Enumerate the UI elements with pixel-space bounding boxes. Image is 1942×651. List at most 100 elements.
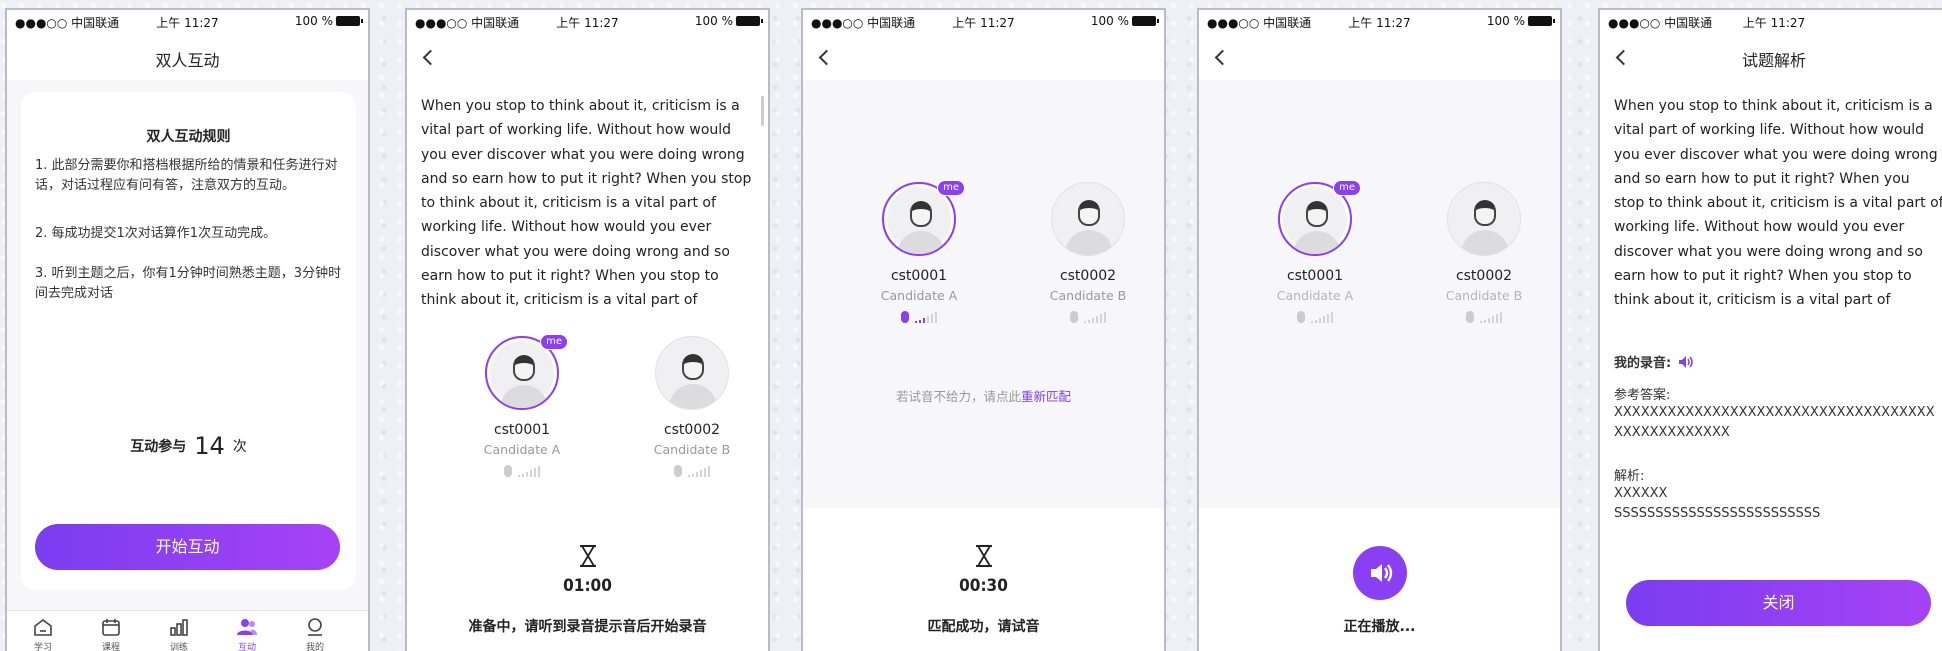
screen-matched: ●●●○○ 中国联通 上午 11:27 100 % me cst0001 Can… <box>801 8 1166 651</box>
reference-value: XXXXXXXXXXXXXXXXXXXXXXXXXXXXXXXXXXXXXXXX… <box>1614 405 1935 440</box>
back-icon[interactable] <box>815 46 837 68</box>
battery-icon <box>736 16 763 26</box>
candidate-role: Candidate A <box>483 442 561 457</box>
rematch-link[interactable]: 重新匹配 <box>1021 389 1071 404</box>
status-message: 准备中，请听到录音提示音后开始录音 <box>468 619 707 635</box>
screen-preparing: ●●●○○ 中国联通 上午 11:27 100 % When you stop … <box>405 8 770 651</box>
status-bar: ●●●○○ 中国联通 上午 11:27 100 % <box>7 10 368 34</box>
rule-item: 3. 听到主题之后，你有1分钟时间熟悉主题，3分钟时间去完成对话 <box>35 266 342 301</box>
clock-label: 上午 11:27 <box>1742 16 1806 30</box>
candidate-role: Candidate B <box>1049 288 1127 303</box>
mic-level-icon <box>462 463 582 477</box>
battery-indicator: 100 % <box>1090 14 1159 28</box>
page-title: 双人互动 <box>155 51 220 70</box>
battery-label: 100 % <box>694 14 733 28</box>
back-icon[interactable] <box>1211 46 1233 68</box>
hourglass-icon <box>579 545 596 567</box>
countdown-timer: 01:00 <box>563 576 612 596</box>
candidate-name: cst0002 <box>1059 268 1117 284</box>
screen-playing: ●●●○○ 中国联通 上午 11:27 100 % me cst0001 Can… <box>1197 8 1562 651</box>
candidate-role: Candidate A <box>880 288 958 303</box>
mic-level-icon <box>1028 309 1148 323</box>
candidate-name: cst0002 <box>663 422 721 438</box>
page-title: 试题解析 <box>1741 51 1806 70</box>
users-icon <box>236 617 258 637</box>
speaker-button[interactable] <box>1352 546 1407 600</box>
battery-label: 100 % <box>294 14 333 28</box>
speaker-icon <box>1370 564 1392 582</box>
screen-interaction-home: ●●●○○ 中国联通 上午 11:27 100 % 双人互动 双人互动规则 1.… <box>5 8 370 651</box>
candidate-card-b: cst0002 Candidate B <box>1028 182 1148 323</box>
mic-level-icon <box>1255 309 1375 323</box>
tab-study[interactable]: 学习 <box>13 617 73 651</box>
countdown-timer: 00:30 <box>959 576 1008 596</box>
tab-label: 我的 <box>305 643 324 651</box>
candidate-card-a: me cst0001 Candidate A <box>462 334 582 477</box>
tab-label: 课程 <box>101 643 120 651</box>
battery-label: 100 % <box>1090 14 1129 28</box>
tab-label: 学习 <box>33 643 52 651</box>
tab-interaction[interactable]: 互动 <box>217 617 277 651</box>
battery-indicator: 100 % <box>694 14 763 28</box>
tab-course[interactable]: 课程 <box>81 617 141 651</box>
start-interaction-button[interactable]: 开始互动 <box>35 524 340 570</box>
candidate-role: Candidate A <box>1276 288 1354 303</box>
status-bar: ●●●○○ 中国联通 上午 11:27 100 % <box>407 10 768 34</box>
battery-icon <box>336 16 363 26</box>
analysis-line: XXXXXX <box>1614 486 1668 501</box>
candidate-name: cst0001 <box>890 268 948 284</box>
close-button[interactable]: 关闭 <box>1626 580 1931 626</box>
tab-training[interactable]: 训练 <box>149 617 209 651</box>
hourglass-icon <box>975 545 992 567</box>
nav-bar <box>803 34 1164 80</box>
nav-bar: 双人互动 <box>7 34 368 80</box>
scrollbar[interactable] <box>761 96 764 126</box>
reference-label: 参考答案: <box>1614 388 1671 403</box>
status-bar: ●●●○○ 中国联通 上午 11:27 100 % <box>1199 10 1560 34</box>
rule-item: 1. 此部分需要你和搭档根据所给的情景和任务进行对话，对话过程应有问有答，注意双… <box>35 158 338 193</box>
count-value: 14 <box>194 432 225 460</box>
nav-bar: 试题解析 <box>1600 34 1942 80</box>
candidate-name: cst0002 <box>1455 268 1513 284</box>
candidate-card-b: cst0002 Candidate B <box>632 336 752 477</box>
me-badge: me <box>1333 180 1361 196</box>
battery-icon <box>1528 16 1555 26</box>
status-bar: ●●●○○ 中国联通 上午 11:27 <box>1600 10 1942 34</box>
countdown-panel: 01:00 准备中，请听到录音提示音后开始录音 <box>407 508 768 651</box>
battery-label: 100 % <box>1486 14 1525 28</box>
candidate-card-a: me cst0001 Candidate A <box>859 180 979 323</box>
mic-level-icon <box>859 309 979 323</box>
candidate-card-a: me cst0001 Candidate A <box>1255 180 1375 323</box>
countdown-panel: 00:30 匹配成功，请试音 <box>803 508 1164 651</box>
tab-bar: 学习 课程 训练 互动 我的 <box>7 610 368 651</box>
speaker-icon[interactable] <box>1677 354 1695 370</box>
rematch-hint: 若试音不给力，请点此重新匹配 <box>803 386 1164 405</box>
battery-indicator: 100 % <box>1486 14 1555 28</box>
status-message: 匹配成功，请试音 <box>927 619 1040 635</box>
avatar <box>1447 182 1521 256</box>
tab-label: 训练 <box>169 643 188 651</box>
candidate-role: Candidate B <box>1445 288 1523 303</box>
candidate-role: Candidate B <box>653 442 731 457</box>
analysis-line: SSSSSSSSSSSSSSSSSSSSSSSSS <box>1614 506 1821 521</box>
nav-bar <box>407 34 768 80</box>
participation-count: 互动参与 14 次 <box>21 432 356 460</box>
hint-text: 若试音不给力，请点此 <box>895 389 1021 404</box>
playback-panel: 正在播放... <box>1199 508 1560 651</box>
analysis-content: When you stop to think about it, critici… <box>1600 80 1942 651</box>
candidate-name: cst0001 <box>1286 268 1344 284</box>
passage-text: When you stop to think about it, critici… <box>1614 98 1942 309</box>
nav-bar <box>1199 34 1560 80</box>
analysis-label: 解析: <box>1614 469 1645 484</box>
me-badge: me <box>540 334 568 350</box>
status-bar: ●●●○○ 中国联通 上午 11:27 100 % <box>803 10 1164 34</box>
my-recording-label: 我的录音: <box>1614 356 1672 371</box>
me-badge: me <box>937 180 965 196</box>
candidate-card-b: cst0002 Candidate B <box>1424 182 1544 323</box>
my-recording-row: 我的录音: <box>1614 352 1695 371</box>
profile-icon <box>304 617 326 637</box>
back-icon[interactable] <box>419 46 441 68</box>
tab-profile[interactable]: 我的 <box>285 617 345 651</box>
rule-item: 2. 每成功提交1次对话算作1次互动完成。 <box>35 226 277 241</box>
avatar <box>655 336 729 410</box>
